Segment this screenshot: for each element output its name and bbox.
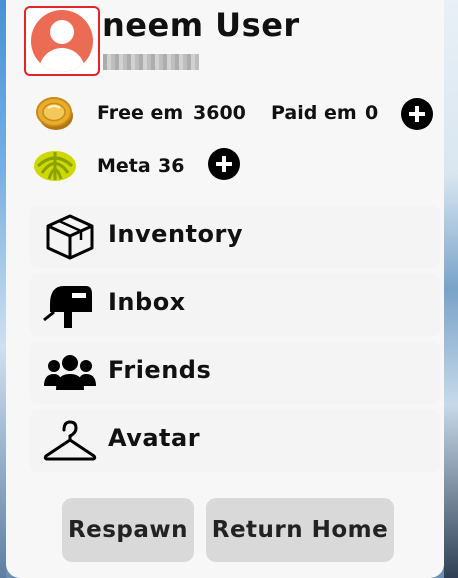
username: neem User — [102, 6, 300, 44]
menu-label-inbox: Inbox — [108, 288, 186, 316]
meta-orb-icon — [34, 151, 76, 181]
menu-label-avatar: Avatar — [108, 424, 201, 452]
coin-icon — [36, 97, 73, 130]
paid-em-value: 0 — [365, 102, 379, 124]
free-em-label: Free em — [97, 102, 184, 124]
respawn-button[interactable]: Respawn — [62, 498, 194, 562]
return-home-button[interactable]: Return Home — [206, 498, 394, 562]
menu-label-inventory: Inventory — [108, 220, 243, 248]
menu-item-inventory[interactable]: Inventory — [30, 206, 440, 268]
user-avatar-icon — [31, 10, 93, 72]
user-id-redacted — [103, 54, 199, 70]
avatar[interactable] — [24, 6, 100, 76]
profile-menu-panel: neem User Free em 3600 Paid em 0 Meta 36… — [6, 0, 444, 578]
paid-em-label: Paid em — [271, 102, 357, 124]
menu-item-friends[interactable]: Friends — [30, 342, 440, 404]
add-paid-em-button[interactable] — [401, 98, 433, 130]
menu-label-friends: Friends — [108, 356, 212, 384]
background-right — [444, 0, 458, 578]
hanger-icon — [43, 420, 97, 461]
mailbox-icon — [43, 286, 92, 328]
menu-item-avatar[interactable]: Avatar — [30, 410, 440, 472]
people-icon — [44, 355, 96, 390]
meta-label: Meta — [97, 155, 151, 177]
box-icon — [46, 214, 94, 260]
menu-item-inbox[interactable]: Inbox — [30, 274, 440, 336]
meta-value: 36 — [158, 155, 185, 177]
add-meta-button[interactable] — [208, 148, 240, 180]
free-em-value: 3600 — [193, 102, 246, 124]
